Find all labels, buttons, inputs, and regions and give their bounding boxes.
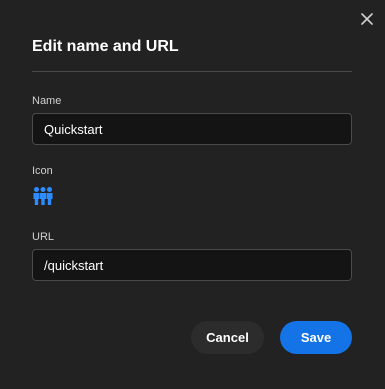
name-field-label: Name	[32, 95, 62, 107]
dialog-title: Edit name and URL	[32, 38, 179, 55]
title-divider	[32, 71, 352, 72]
url-input[interactable]	[32, 249, 352, 281]
icon-field-label: Icon	[32, 165, 53, 177]
name-input[interactable]	[32, 113, 352, 145]
icon-picker[interactable]	[32, 186, 54, 206]
edit-name-url-dialog: Edit name and URL Name Icon URL Cancel S…	[0, 0, 385, 389]
cancel-button[interactable]: Cancel	[191, 321, 264, 354]
user-group-icon	[33, 187, 53, 205]
close-icon	[361, 13, 373, 25]
save-button[interactable]: Save	[280, 321, 352, 354]
close-button[interactable]	[359, 11, 375, 27]
url-field-label: URL	[32, 231, 55, 243]
